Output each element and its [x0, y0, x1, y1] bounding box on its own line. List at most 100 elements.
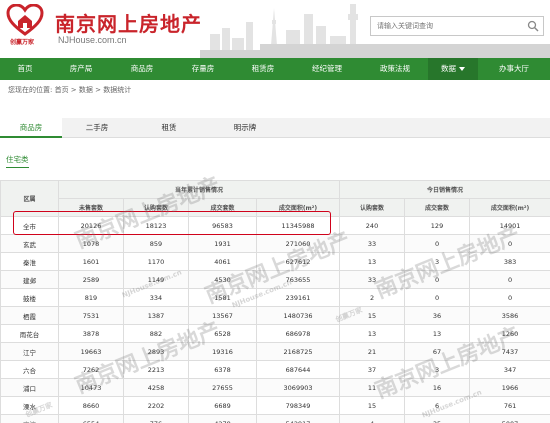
table-row: 鼓楼 819 334 1581 239161 2 0 0 — [0, 288, 550, 307]
nav-home[interactable]: 首页 — [0, 58, 50, 80]
value-cell: 20126 — [58, 216, 124, 235]
header-today-area: 成交面积(m²) — [469, 198, 550, 217]
header-today-subscribed: 认购套数 — [339, 198, 406, 217]
value-cell: 1931 — [188, 234, 257, 253]
section-label-residential: 住宅类 — [6, 154, 29, 168]
table-row: 雨花台 3878 882 6528 686978 13 13 1260 — [0, 324, 550, 343]
value-cell: 2168725 — [255, 342, 341, 361]
value-cell: 27655 — [188, 378, 257, 397]
nav-rental[interactable]: 租赁房 — [234, 58, 292, 80]
value-cell: 1149 — [123, 270, 189, 289]
value-cell: 0 — [404, 270, 471, 289]
value-cell: 1966 — [469, 378, 550, 397]
district-cell: 溧水 — [0, 396, 59, 415]
value-cell: 13 — [339, 252, 406, 271]
site-logo[interactable]: 创赢万家 — [6, 3, 44, 46]
value-cell: 7437 — [469, 342, 550, 361]
value-cell: 4061 — [188, 252, 257, 271]
header-deal-area: 成交面积(m²) — [255, 198, 341, 217]
value-cell: 36 — [404, 306, 471, 325]
value-cell: 1387 — [123, 306, 189, 325]
value-cell: 240 — [339, 216, 406, 235]
value-cell: 239161 — [255, 288, 341, 307]
value-cell: 14901 — [469, 216, 550, 235]
nav-new-homes[interactable]: 商品房 — [112, 58, 172, 80]
value-cell: 687644 — [255, 360, 341, 379]
district-cell: 高淳 — [0, 414, 59, 423]
value-cell: 10473 — [58, 378, 124, 397]
value-cell: 859 — [123, 234, 189, 253]
value-cell: 11 — [339, 378, 406, 397]
site-header: 创赢万家 南京网上房地产 NJHouse.com.cn — [0, 0, 550, 58]
nav-policy[interactable]: 政策法规 — [362, 58, 428, 80]
category-tabs: 商品房 二手房 租赁 明示牌 — [0, 118, 550, 138]
value-cell: 3069903 — [255, 378, 341, 397]
district-cell: 全市 — [0, 216, 59, 235]
chevron-down-icon — [459, 67, 465, 71]
table-row: 秦淮 1601 1170 4061 627612 13 3 383 — [0, 252, 550, 271]
value-cell: 13 — [339, 324, 406, 343]
district-cell: 玄武 — [0, 234, 59, 253]
search-icon[interactable] — [527, 20, 539, 32]
value-cell: 4278 — [188, 414, 257, 423]
tab-signboard[interactable]: 明示牌 — [206, 118, 284, 138]
value-cell: 0 — [469, 270, 550, 289]
value-cell: 3586 — [469, 306, 550, 325]
value-cell: 334 — [123, 288, 189, 307]
district-cell: 江宁 — [0, 342, 59, 361]
value-cell: 6554 — [58, 414, 124, 423]
tab-rental[interactable]: 租赁 — [132, 118, 206, 138]
value-cell: 383 — [469, 252, 550, 271]
sales-stats-table-wrap: 区属 当年累计销售情况 今日销售情况 未售套数 认购套数 成交套数 成交面积(m… — [0, 180, 550, 423]
district-cell: 鼓楼 — [0, 288, 59, 307]
value-cell: 4 — [339, 414, 406, 423]
search-box[interactable] — [370, 16, 544, 36]
value-cell: 0 — [404, 234, 471, 253]
value-cell: 798349 — [255, 396, 341, 415]
main-nav: 首页 房产局 商品房 存量房 租赁房 经纪管理 政策法规 数据 办事大厅 — [0, 58, 550, 80]
value-cell: 2202 — [123, 396, 189, 415]
tab-new-homes[interactable]: 商品房 — [0, 118, 62, 138]
value-cell: 33 — [339, 270, 406, 289]
value-cell: 6378 — [188, 360, 257, 379]
value-cell: 11345988 — [255, 216, 341, 235]
header-district: 区属 — [0, 180, 59, 217]
value-cell: 5007 — [469, 414, 550, 423]
site-title: 南京网上房地产 — [55, 12, 202, 36]
district-cell: 雨花台 — [0, 324, 59, 343]
search-input[interactable] — [371, 17, 521, 35]
value-cell: 4530 — [188, 270, 257, 289]
value-cell: 819 — [58, 288, 124, 307]
table-row: 全市 20126 18123 96583 11345988 240 129 14901 — [0, 216, 550, 235]
header-today-deals: 成交套数 — [404, 198, 471, 217]
value-cell: 6689 — [188, 396, 257, 415]
nav-data[interactable]: 数据 — [428, 58, 478, 80]
value-cell: 15 — [339, 396, 406, 415]
nav-brokerage[interactable]: 经纪管理 — [292, 58, 362, 80]
table-row: 栖霞 7531 1387 13567 1480736 15 36 3586 — [0, 306, 550, 325]
value-cell: 0 — [469, 288, 550, 307]
value-cell: 16 — [404, 378, 471, 397]
nav-housing-bureau[interactable]: 房产局 — [50, 58, 112, 80]
value-cell: 18123 — [123, 216, 189, 235]
nav-service-hall[interactable]: 办事大厅 — [478, 58, 550, 80]
nav-data-label: 数据 — [441, 64, 456, 73]
value-cell: 6 — [404, 396, 471, 415]
table-row: 建邺 2589 1149 4530 763655 33 0 0 — [0, 270, 550, 289]
district-cell: 秦淮 — [0, 252, 59, 271]
value-cell: 15 — [339, 306, 406, 325]
value-cell: 33 — [339, 234, 406, 253]
value-cell: 3878 — [58, 324, 124, 343]
tab-resale[interactable]: 二手房 — [62, 118, 132, 138]
value-cell: 1260 — [469, 324, 550, 343]
header-unsold: 未售套数 — [58, 198, 124, 217]
nav-resale-homes[interactable]: 存量房 — [172, 58, 234, 80]
value-cell: 35 — [404, 414, 471, 423]
value-cell: 763655 — [255, 270, 341, 289]
value-cell: 4258 — [123, 378, 189, 397]
district-cell: 浦口 — [0, 378, 59, 397]
table-row: 玄武 1078 859 1931 271060 33 0 0 — [0, 234, 550, 253]
value-cell: 1078 — [58, 234, 124, 253]
value-cell: 1601 — [58, 252, 124, 271]
value-cell: 347 — [469, 360, 550, 379]
